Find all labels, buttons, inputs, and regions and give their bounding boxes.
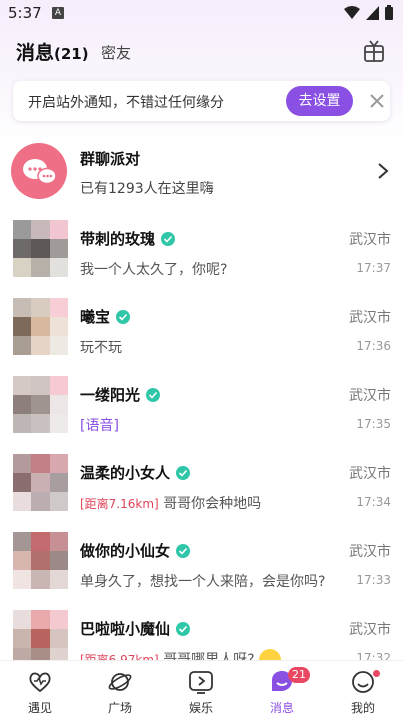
nav-entertainment[interactable]: 娱乐: [161, 661, 241, 718]
conversation-row[interactable]: 带刺的玫瑰 武汉市 我一个人太久了，你呢? 17:37: [0, 220, 403, 298]
tab-messages[interactable]: 消息(21): [16, 38, 89, 65]
close-icon[interactable]: [368, 92, 386, 110]
conversation-row[interactable]: 做你的小仙女 武汉市 单身久了，想找一个人来陪，会是你吗? 17:33: [0, 532, 403, 610]
message-preview: 我一个人太久了，你呢?: [80, 262, 228, 278]
heart-icon: [29, 672, 51, 693]
avatar: [13, 610, 68, 667]
nav-label: 消息: [269, 701, 294, 715]
contact-city: 武汉市: [349, 544, 391, 560]
contact-name: 带刺的玫瑰: [80, 228, 176, 249]
verified-badge-icon: [146, 387, 161, 402]
group-chat-title: 群聊派对: [80, 150, 141, 168]
verified-badge-icon: [176, 621, 191, 636]
page-title: 消息: [16, 42, 55, 64]
avatar: [13, 220, 68, 277]
notification-dot: [373, 670, 380, 677]
planet-icon: [108, 673, 132, 691]
message-time: 17:37: [356, 261, 391, 275]
nav-messages[interactable]: 21 消息: [242, 661, 322, 718]
message-time: 17:35: [356, 417, 391, 431]
nav-label: 娱乐: [188, 701, 213, 715]
verified-badge-icon: [161, 231, 176, 246]
contact-city: 武汉市: [349, 388, 391, 404]
avatar: [13, 454, 68, 511]
message-preview: [距离7.16km] 哥哥你会种地吗: [80, 493, 261, 513]
contact-name: 曦宝: [80, 306, 131, 327]
bottom-nav: 遇见 广场 娱乐 21 消息 我的: [0, 660, 403, 718]
avatar: [13, 532, 68, 589]
nav-label: 遇见: [27, 701, 52, 715]
message-text: 哥哥你会种地吗: [163, 496, 262, 512]
conversation-row[interactable]: 温柔的小女人 武汉市 [距离7.16km] 哥哥你会种地吗 17:34: [0, 454, 403, 532]
nav-meet[interactable]: 遇见: [0, 661, 80, 718]
message-time: 17:36: [356, 339, 391, 353]
header: 消息(21) 密友: [0, 32, 403, 72]
contact-city: 武汉市: [349, 310, 391, 326]
gift-icon[interactable]: [363, 39, 385, 63]
contact-name: 温柔的小女人: [80, 462, 191, 483]
battery-icon: [385, 5, 393, 20]
message-count: (21): [54, 45, 89, 63]
nav-plaza[interactable]: 广场: [80, 661, 160, 718]
notification-banner: 开启站外通知，不错过任何缘分 去设置: [13, 81, 390, 121]
avatar: [13, 298, 68, 355]
group-chat-avatar: [11, 143, 67, 199]
status-time: 5:37: [8, 4, 42, 22]
conversation-row[interactable]: 曦宝 武汉市 玩不玩 17:36: [0, 298, 403, 376]
nav-label: 我的: [350, 701, 375, 715]
contact-name: 做你的小仙女: [80, 540, 191, 561]
contact-city: 武汉市: [349, 466, 391, 482]
conversation-row[interactable]: 一缕阳光 武汉市 [语音] 17:35: [0, 376, 403, 454]
distance-tag: [距离7.16km]: [80, 497, 159, 511]
status-indicator-icon: A: [52, 7, 64, 19]
contact-city: 武汉市: [349, 232, 391, 248]
tab-close-friends[interactable]: 密友: [101, 42, 131, 63]
group-chat-subtitle: 已有1293人在这里嗨: [80, 181, 214, 197]
message-time: 17:34: [356, 495, 391, 509]
message-preview: 单身久了，想找一个人来陪，会是你吗?: [80, 574, 326, 590]
settings-button[interactable]: 去设置: [286, 86, 353, 116]
message-preview: 玩不玩: [80, 340, 122, 356]
contact-name: 巴啦啦小魔仙: [80, 618, 191, 639]
notification-text: 开启站外通知，不错过任何缘分: [28, 95, 224, 111]
avatar: [13, 376, 68, 433]
play-icon: [189, 671, 213, 694]
message-preview: [语音]: [80, 418, 119, 434]
status-bar: 5:37 A: [0, 0, 403, 28]
verified-badge-icon: [176, 465, 191, 480]
signal-icon: [366, 5, 379, 20]
contact-name: 一缕阳光: [80, 384, 161, 405]
verified-badge-icon: [116, 309, 131, 324]
nav-profile[interactable]: 我的: [323, 661, 403, 718]
message-time: 17:33: [356, 573, 391, 587]
contact-city: 武汉市: [349, 622, 391, 638]
chat-bubbles-icon: [23, 159, 57, 185]
chevron-right-icon: [378, 163, 389, 179]
wifi-icon: [344, 5, 360, 19]
status-icons: [344, 5, 393, 20]
nav-label: 广场: [107, 701, 132, 715]
unread-badge: 21: [288, 667, 310, 683]
group-chat-row[interactable]: 群聊派对 已有1293人在这里嗨: [0, 138, 403, 208]
verified-badge-icon: [176, 543, 191, 558]
